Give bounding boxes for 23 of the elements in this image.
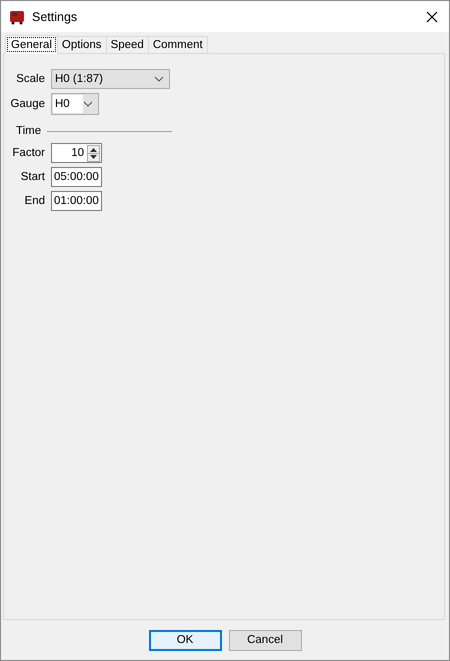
factor-spinbox[interactable]: 10: [51, 143, 102, 163]
scale-dropdown[interactable]: H0 (1:87): [51, 69, 170, 89]
ok-button[interactable]: OK: [148, 630, 222, 650]
group-heading: Time: [16, 125, 42, 137]
window-title: Settings: [32, 10, 78, 24]
locomotive-icon: [9, 8, 25, 24]
close-icon[interactable]: [426, 10, 438, 22]
end-time-field[interactable]: 01:00:00: [51, 191, 102, 211]
tab[interactable]: Speed: [106, 36, 149, 53]
field-label: Scale: [15, 73, 45, 85]
tab[interactable]: Options: [56, 36, 107, 53]
tab[interactable]: Comment: [148, 36, 208, 53]
tab[interactable]: General: [5, 35, 58, 54]
start-time-field[interactable]: 05:00:00: [51, 167, 102, 187]
chevron-icon: [154, 76, 164, 82]
field-label: Start: [20, 171, 45, 183]
chevron-icon: [83, 101, 93, 107]
field-label: Gauge: [9, 98, 45, 110]
gauge-dropdown[interactable]: H0: [51, 93, 99, 115]
field-label: End: [24, 195, 45, 207]
spin-arrows-icon[interactable]: [87, 144, 100, 162]
cancel-button[interactable]: Cancel: [228, 630, 302, 650]
field-label: Factor: [11, 147, 45, 159]
